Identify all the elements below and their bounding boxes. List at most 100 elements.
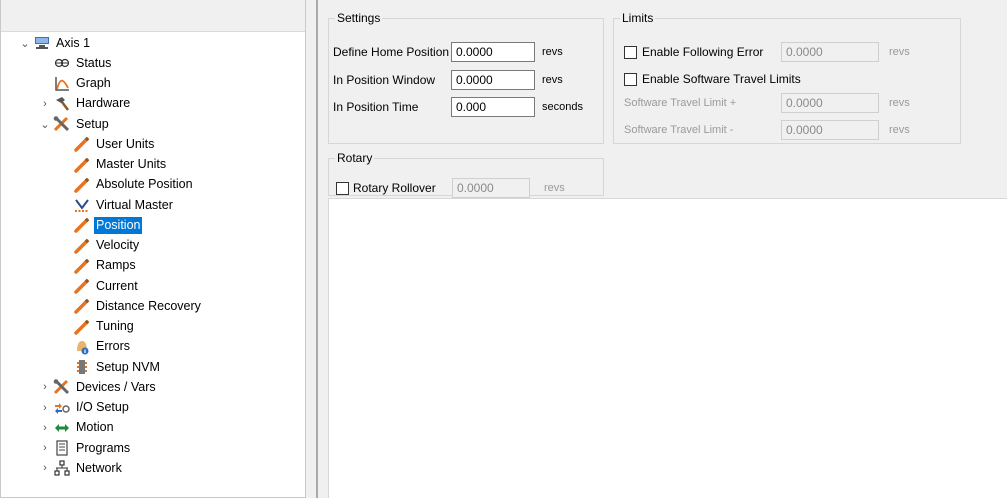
tree-item-label: Position xyxy=(94,216,143,234)
tree-item-label: User Units xyxy=(96,136,155,151)
in-position-time-input[interactable]: 0.000 xyxy=(451,97,535,117)
in-position-time-label: In Position Time xyxy=(333,100,419,114)
chevron-right-icon[interactable]: › xyxy=(37,422,53,434)
enable-software-travel-label[interactable]: Enable Software Travel Limits xyxy=(642,72,801,86)
tree-item-label: Network xyxy=(76,460,122,475)
define-home-row: Define Home Position 0.0000 revs xyxy=(333,42,563,62)
tree-item-label: Absolute Position xyxy=(96,177,193,192)
tree-item-hardware[interactable]: › Hardware xyxy=(1,94,305,114)
pencil-icon xyxy=(73,157,91,173)
tree-item-motion[interactable]: › Motion xyxy=(1,418,305,438)
virtual-master-icon xyxy=(73,197,91,213)
in-position-window-label: In Position Window xyxy=(333,73,436,87)
tree-item-label: Errors xyxy=(96,339,131,354)
travel-limit-minus-row: Software Travel Limit - 0.0000 revs xyxy=(624,120,910,140)
in-position-time-unit: seconds xyxy=(542,101,583,113)
tree-item-label: Distance Recovery xyxy=(96,298,201,313)
tree-item-label: Devices / Vars xyxy=(76,379,156,394)
travel-limit-minus-unit: revs xyxy=(889,124,910,136)
tree-item-programs[interactable]: › Programs xyxy=(1,438,305,458)
pencil-icon xyxy=(73,278,91,294)
tree-item-devices-vars[interactable]: › Devices / Vars xyxy=(1,377,305,397)
tree-item-label: Programs xyxy=(76,440,131,455)
chevron-right-icon[interactable]: › xyxy=(37,98,53,110)
tree-item-label: Master Units xyxy=(96,157,167,172)
rotary-rollover-row: Rotary Rollover 0.0000 revs xyxy=(336,178,565,198)
in-position-window-row: In Position Window 0.0000 revs xyxy=(333,70,563,90)
chevron-right-icon[interactable]: › xyxy=(37,442,53,454)
following-error-row: Enable Following Error 0.0000 revs xyxy=(624,42,910,62)
setup-icon xyxy=(53,116,71,132)
enable-software-travel-checkbox[interactable] xyxy=(624,72,637,86)
tree-item-velocity[interactable]: Velocity xyxy=(1,236,305,256)
tree-item-setup[interactable]: ⌄ Setup xyxy=(1,114,305,134)
tree-item-tuning[interactable]: Tuning xyxy=(1,317,305,337)
rotary-rollover-input[interactable]: 0.0000 xyxy=(452,178,530,198)
graph-icon xyxy=(53,76,71,92)
tree-item-position[interactable]: Position xyxy=(1,215,305,235)
enable-following-error-checkbox[interactable] xyxy=(624,45,637,59)
network-icon xyxy=(53,460,71,476)
limits-group: Limits Enable Following Error 0.0000 rev… xyxy=(613,12,961,144)
tree-item-label: Setup xyxy=(76,116,109,131)
axis-icon xyxy=(33,35,51,51)
tree-item-status[interactable]: Status xyxy=(1,53,305,73)
tree-item-io-setup[interactable]: › I/O Setup xyxy=(1,398,305,418)
tree-item-network[interactable]: › Network xyxy=(1,458,305,478)
content-area xyxy=(328,198,1007,498)
tree-item-setup-nvm[interactable]: Setup NVM xyxy=(1,357,305,377)
travel-limit-minus-label: Software Travel Limit - xyxy=(624,124,734,136)
software-travel-row: Enable Software Travel Limits xyxy=(624,69,801,89)
tree-item-label: Hardware xyxy=(76,96,131,111)
tree-item-label: Tuning xyxy=(96,319,134,334)
tree-item-label: Setup NVM xyxy=(96,359,160,374)
tree-item-virtual-master[interactable]: Virtual Master xyxy=(1,195,305,215)
errors-icon xyxy=(73,339,91,355)
chevron-down-icon[interactable]: ⌄ xyxy=(17,37,33,50)
in-position-window-unit: revs xyxy=(542,74,563,86)
in-position-time-row: In Position Time 0.000 seconds xyxy=(333,97,583,117)
rotary-rollover-checkbox[interactable] xyxy=(336,181,349,195)
rotary-group: Rotary Rotary Rollover 0.0000 revs xyxy=(328,152,604,198)
tree-item-axis-1[interactable]: ⌄ Axis 1 xyxy=(1,33,305,53)
tree-item-label: I/O Setup xyxy=(76,400,129,415)
following-error-input[interactable]: 0.0000 xyxy=(781,42,879,62)
travel-limit-minus-input[interactable]: 0.0000 xyxy=(781,120,879,140)
tree-item-label: Axis 1 xyxy=(56,35,91,50)
tree-item-graph[interactable]: Graph xyxy=(1,74,305,94)
tree-item-label: Ramps xyxy=(96,258,136,273)
pencil-icon xyxy=(73,136,91,153)
travel-limit-plus-row: Software Travel Limit + 0.0000 revs xyxy=(624,93,910,113)
tree-item-user-units[interactable]: User Units xyxy=(1,134,305,154)
pencil-icon xyxy=(73,217,91,234)
devices-icon xyxy=(53,379,71,395)
define-home-input[interactable]: 0.0000 xyxy=(451,42,535,62)
enable-following-error-label[interactable]: Enable Following Error xyxy=(642,45,774,59)
rotary-rollover-label[interactable]: Rotary Rollover xyxy=(353,181,452,195)
chevron-down-icon[interactable]: ⌄ xyxy=(37,118,53,131)
chevron-right-icon[interactable]: › xyxy=(37,462,53,474)
tree-item-master-units[interactable]: Master Units xyxy=(1,155,305,175)
tree-item-label: Graph xyxy=(76,76,111,91)
tree-header xyxy=(1,0,305,32)
tree-item-errors[interactable]: Errors xyxy=(1,337,305,357)
travel-limit-plus-unit: revs xyxy=(889,97,910,109)
motion-icon xyxy=(53,420,71,436)
pencil-icon xyxy=(73,298,91,315)
tree-item-absolute-position[interactable]: Absolute Position xyxy=(1,175,305,195)
status-icon xyxy=(53,55,71,71)
chevron-right-icon[interactable]: › xyxy=(37,381,53,393)
tree-item-ramps[interactable]: Ramps xyxy=(1,256,305,276)
tree-item-distance-recovery[interactable]: Distance Recovery xyxy=(1,296,305,316)
io-icon xyxy=(53,400,71,416)
project-tree: ⌄ Axis 1 Status Graph › Hardware ⌄ Setup… xyxy=(0,0,306,498)
following-error-unit: revs xyxy=(889,46,910,58)
chevron-right-icon[interactable]: › xyxy=(37,402,53,414)
in-position-window-input[interactable]: 0.0000 xyxy=(451,70,535,90)
travel-limit-plus-input[interactable]: 0.0000 xyxy=(781,93,879,113)
splitter[interactable] xyxy=(306,0,316,498)
tree-item-current[interactable]: Current xyxy=(1,276,305,296)
pencil-icon xyxy=(73,177,91,193)
tree-item-label: Velocity xyxy=(96,238,140,253)
define-home-unit: revs xyxy=(542,46,563,58)
